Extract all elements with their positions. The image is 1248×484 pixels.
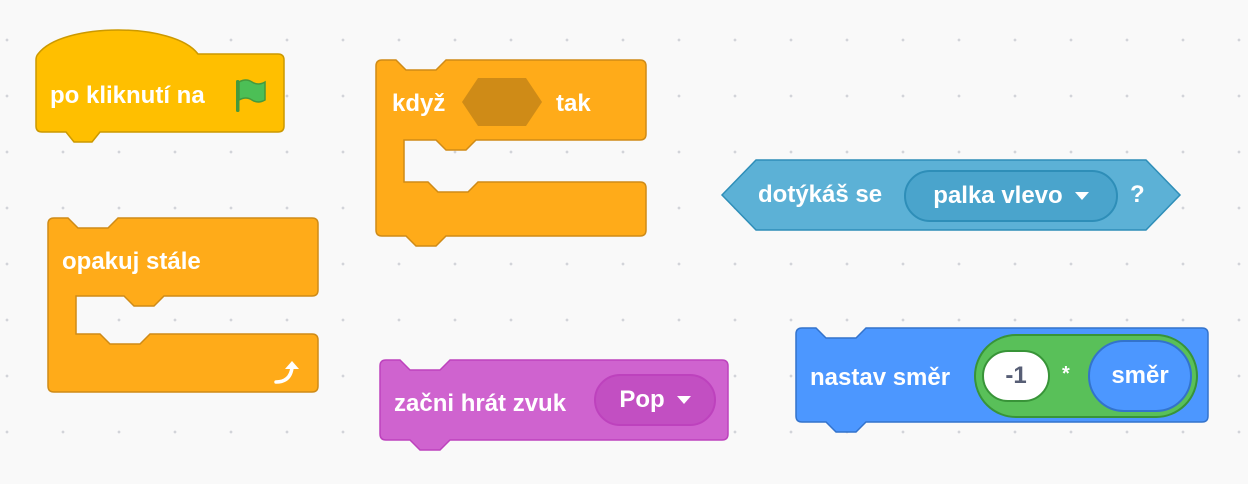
if-then-block-shape bbox=[375, 59, 647, 247]
if-condition-slot bbox=[462, 78, 542, 126]
sound-dropdown[interactable]: Pop bbox=[594, 374, 716, 426]
touching-question-mark: ? bbox=[1130, 181, 1145, 208]
if-label: když bbox=[392, 90, 446, 117]
loop-arrow-icon bbox=[274, 361, 299, 384]
play-sound-label: začni hrát zvuk bbox=[394, 390, 567, 417]
forever-block[interactable]: opakuj stále bbox=[46, 216, 324, 396]
when-flag-label: po kliknutí na bbox=[50, 82, 205, 109]
direction-reporter-label: směr bbox=[1111, 362, 1169, 389]
play-sound-block[interactable]: začni hrát zvuk Pop bbox=[378, 358, 732, 451]
touching-target-value: palka vlevo bbox=[933, 182, 1063, 209]
number-input[interactable]: -1 bbox=[982, 350, 1050, 402]
set-direction-label: nastav směr bbox=[810, 364, 951, 391]
sound-value: Pop bbox=[619, 386, 665, 413]
forever-label: opakuj stále bbox=[62, 248, 201, 275]
then-label: tak bbox=[556, 90, 591, 117]
chevron-down-icon bbox=[676, 396, 691, 404]
touching-block[interactable]: dotýkáš se palka vlevo ? bbox=[720, 158, 1184, 234]
if-then-block[interactable]: když tak bbox=[374, 58, 652, 252]
multiply-symbol: * bbox=[1062, 363, 1070, 385]
touching-target-dropdown[interactable]: palka vlevo bbox=[904, 170, 1118, 222]
number-input-value: -1 bbox=[1005, 362, 1027, 389]
when-flag-clicked-block[interactable]: po kliknutí na bbox=[34, 26, 288, 154]
direction-reporter[interactable]: směr bbox=[1088, 340, 1192, 412]
touching-label: dotýkáš se bbox=[758, 181, 883, 208]
green-flag-icon bbox=[236, 79, 266, 112]
chevron-down-icon bbox=[1074, 192, 1089, 200]
set-direction-block[interactable]: nastav směr -1 * směr bbox=[794, 326, 1214, 436]
